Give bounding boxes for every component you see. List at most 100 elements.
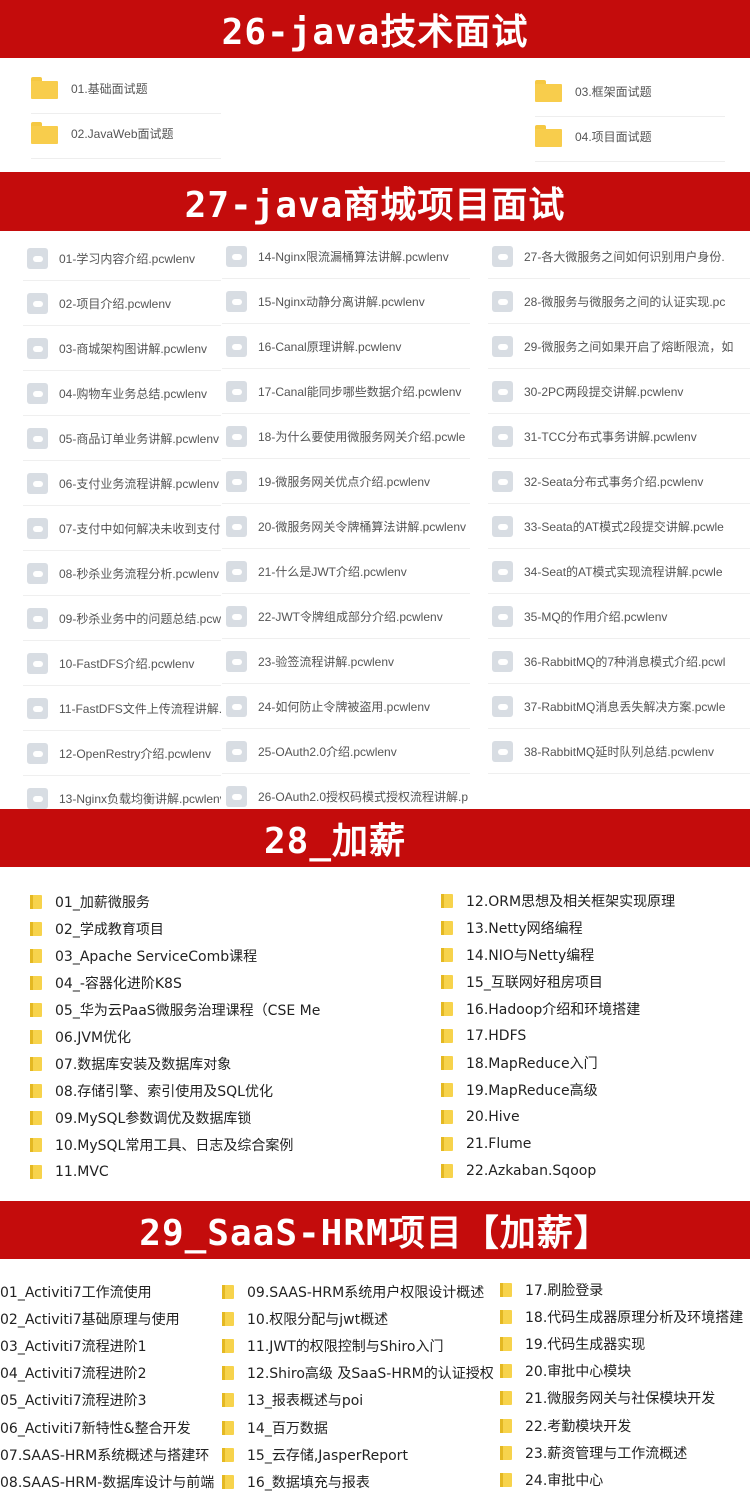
folder-list-item[interactable]: 11.MVC [30,1158,430,1185]
file-item[interactable]: 31-TCC分布式事务讲解.pcwlenv [488,414,750,459]
file-item[interactable]: 01-学习内容介绍.pcwlenv [23,236,221,281]
folder-list-item[interactable]: 08.存储引擎、索引使用及SQL优化 [30,1077,430,1104]
folder-list-item[interactable]: 03_Apache ServiceComb课程 [30,942,430,969]
folder-list-item[interactable]: 04_-容器化进阶K8S [30,969,430,996]
cloud-file-icon [27,653,48,674]
file-item[interactable]: 04-购物车业务总结.pcwlenv [23,371,221,416]
folder-list-item[interactable]: 04_Activiti7流程进阶2 [0,1360,221,1387]
folder-list-item[interactable]: 01_Activiti7工作流使用 [0,1278,221,1305]
folder-list-item[interactable]: 19.代码生成器实现 [500,1330,750,1357]
file-item[interactable]: 09-秒杀业务中的问题总结.pcwlenv [23,596,221,641]
file-item[interactable]: 32-Seata分布式事务介绍.pcwlenv [488,459,750,504]
file-item[interactable]: 19-微服务网关优点介绍.pcwlenv [222,459,470,504]
folder-item[interactable]: 02.JavaWeb面试题 [31,113,221,159]
folder-list-item[interactable]: 22.考勤模块开发 [500,1412,750,1439]
folder-icon [30,975,42,990]
file-item[interactable]: 29-微服务之间如果开启了熔断限流，如 [488,324,750,369]
file-item[interactable]: 34-Seat的AT模式实现流程讲解.pcwle [488,549,750,594]
folder-list-item[interactable]: 09.MySQL参数调优及数据库锁 [30,1104,430,1131]
file-item[interactable]: 21-什么是JWT介绍.pcwlenv [222,549,470,594]
file-label: 26-OAuth2.0授权码模式授权流程讲解.p [258,790,469,804]
folder-icon [30,1110,42,1125]
folder-label: 13.Netty网络编程 [466,920,583,937]
file-item[interactable]: 14-Nginx限流漏桶算法讲解.pcwlenv [222,234,470,279]
file-item[interactable]: 08-秒杀业务流程分析.pcwlenv [23,551,221,596]
folder-item[interactable]: 01.基础面试题 [31,68,221,114]
file-item[interactable]: 25-OAuth2.0介绍.pcwlenv [222,729,470,774]
folder-list-item[interactable]: 02_学成教育项目 [30,915,430,942]
folder-list-item[interactable]: 12.ORM思想及相关框架实现原理 [441,887,750,914]
folder-list-item[interactable]: 20.Hive [441,1103,750,1130]
file-item[interactable]: 03-商城架构图讲解.pcwlenv [23,326,221,371]
folder-list-item[interactable]: 06_Activiti7新特性&整合开发 [0,1414,221,1441]
file-item[interactable]: 12-OpenRestry介绍.pcwlenv [23,731,221,776]
folder-list-item[interactable]: 17.刷脸登录 [500,1276,750,1303]
folder-list-item[interactable]: 20.审批中心模块 [500,1358,750,1385]
folder-list-item[interactable]: 16.Hadoop介绍和环境搭建 [441,995,750,1022]
file-item[interactable]: 05-商品订单业务讲解.pcwlenv [23,416,221,461]
file-item[interactable]: 27-各大微服务之间如何识别用户身份. [488,234,750,279]
folder-icon [222,1474,234,1489]
folder-icon [30,1056,42,1071]
folder-label: 14.NIO与Netty编程 [466,947,595,964]
cloud-file-icon [492,291,513,312]
folder-list-item[interactable]: 18.MapReduce入门 [441,1049,750,1076]
folder-icon [441,1028,453,1043]
file-item[interactable]: 06-支付业务流程讲解.pcwlenv [23,461,221,506]
folder-list-item[interactable]: 15_云存储,JasperReport [222,1441,500,1468]
folder-list-item[interactable]: 19.MapReduce高级 [441,1076,750,1103]
file-item[interactable]: 15-Nginx动静分离讲解.pcwlenv [222,279,470,324]
file-item[interactable]: 02-项目介绍.pcwlenv [23,281,221,326]
folder-icon [30,948,42,963]
file-item[interactable]: 28-微服务与微服务之间的认证实现.pc [488,279,750,324]
folder-list-item[interactable]: 12.Shiro高级 及SaaS-HRM的认证授权 [222,1360,500,1387]
folder-list-item[interactable]: 24.审批中心 [500,1466,750,1493]
folder-list-item[interactable]: 21.Flume [441,1130,750,1157]
folder-item[interactable]: 04.项目面试题 [535,116,725,162]
folder-list-item[interactable]: 07.数据库安装及数据库对象 [30,1050,430,1077]
file-item[interactable]: 16-Canal原理讲解.pcwlenv [222,324,470,369]
file-item[interactable]: 38-RabbitMQ延时队列总结.pcwlenv [488,729,750,774]
folder-list-item[interactable]: 10.MySQL常用工具、日志及综合案例 [30,1131,430,1158]
folder-label: 02_Activiti7基础原理与使用 [0,1311,180,1328]
file-item[interactable]: 10-FastDFS介绍.pcwlenv [23,641,221,686]
file-item[interactable]: 24-如何防止令牌被盗用.pcwlenv [222,684,470,729]
file-item[interactable]: 22-JWT令牌组成部分介绍.pcwlenv [222,594,470,639]
file-label: 08-秒杀业务流程分析.pcwlenv [59,567,220,581]
file-item[interactable]: 33-Seata的AT模式2段提交讲解.pcwle [488,504,750,549]
file-item[interactable]: 11-FastDFS文件上传流程讲解. [23,686,221,731]
folder-list-item[interactable]: 05_Activiti7流程进阶3 [0,1387,221,1414]
folder-list-item[interactable]: 17.HDFS [441,1022,750,1049]
folder-list-item[interactable]: 05_华为云PaaS微服务治理课程（CSE Me [30,996,430,1023]
folder-list-item[interactable]: 02_Activiti7基础原理与使用 [0,1305,221,1332]
folder-item[interactable]: 03.框架面试题 [535,71,725,117]
file-item[interactable]: 23-验签流程讲解.pcwlenv [222,639,470,684]
folder-list-item[interactable]: 14.NIO与Netty编程 [441,941,750,968]
file-item[interactable]: 36-RabbitMQ的7种消息模式介绍.pcwl [488,639,750,684]
folder-list-item[interactable]: 18.代码生成器原理分析及环境搭建 [500,1303,750,1330]
folder-list-item[interactable]: 07.SAAS-HRM系统概述与搭建环 [0,1441,221,1468]
file-item[interactable]: 30-2PC两段提交讲解.pcwlenv [488,369,750,414]
folder-list-item[interactable]: 13_报表概述与poi [222,1387,500,1414]
folder-list-item[interactable]: 13.Netty网络编程 [441,914,750,941]
folder-list-item[interactable]: 09.SAAS-HRM系统用户权限设计概述 [222,1278,500,1305]
file-item[interactable]: 07-支付中如何解决未收到支付 [23,506,221,551]
folder-list-item[interactable]: 06.JVM优化 [30,1023,430,1050]
folder-list-item[interactable]: 21.微服务网关与社保模块开发 [500,1385,750,1412]
file-item[interactable]: 20-微服务网关令牌桶算法讲解.pcwlenv [222,504,470,549]
folder-list-item[interactable]: 23.薪资管理与工作流概述 [500,1439,750,1466]
folder-list-item[interactable]: 14_百万数据 [222,1414,500,1441]
folder-list-item[interactable]: 15_互联网好租房项目 [441,968,750,995]
file-item[interactable]: 37-RabbitMQ消息丢失解决方案.pcwle [488,684,750,729]
file-item[interactable]: 18-为什么要使用微服务网关介绍.pcwle [222,414,470,459]
folder-list-item[interactable]: 16_数据填充与报表 [222,1468,500,1495]
file-item[interactable]: 17-Canal能同步哪些数据介绍.pcwlenv [222,369,470,414]
folder-list-item[interactable]: 11.JWT的权限控制与Shiro入门 [222,1332,500,1359]
folder-list-item[interactable]: 08.SAAS-HRM-数据库设计与前端 [0,1468,221,1495]
folder-list-item[interactable]: 10.权限分配与jwt概述 [222,1305,500,1332]
folder-list-item[interactable]: 01_加薪微服务 [30,888,430,915]
folder-list-item[interactable]: 03_Activiti7流程进阶1 [0,1332,221,1359]
file-label: 11-FastDFS文件上传流程讲解. [59,702,221,716]
folder-list-item[interactable]: 22.Azkaban.Sqoop [441,1157,750,1184]
file-item[interactable]: 35-MQ的作用介绍.pcwlenv [488,594,750,639]
